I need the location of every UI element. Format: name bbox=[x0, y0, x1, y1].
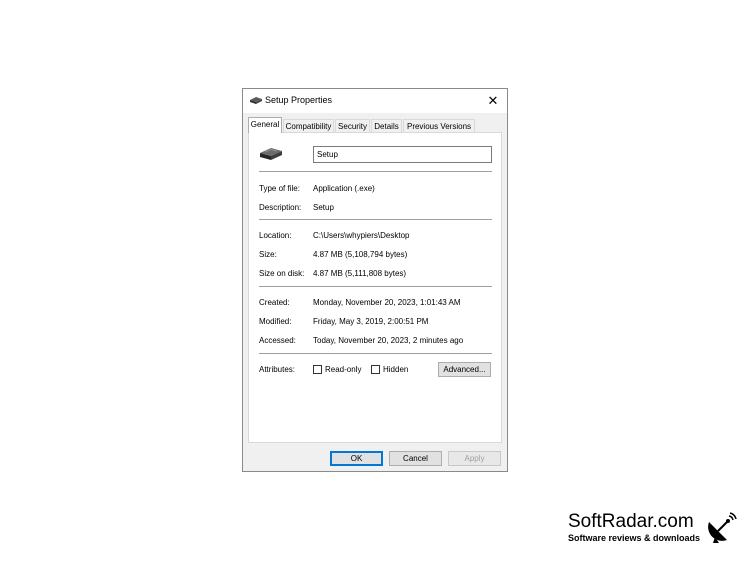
separator bbox=[259, 353, 492, 354]
description-label: Description: bbox=[259, 203, 302, 212]
separator bbox=[259, 219, 492, 220]
accessed-value: Today, November 20, 2023, 2 minutes ago bbox=[313, 336, 464, 345]
modified-value: Friday, May 3, 2019, 2:00:51 PM bbox=[313, 317, 429, 326]
size-on-disk-label: Size on disk: bbox=[259, 269, 305, 278]
close-icon: ✕ bbox=[487, 93, 499, 108]
tab-compatibility[interactable]: Compatibility bbox=[283, 119, 334, 132]
separator bbox=[259, 286, 492, 287]
installer-icon bbox=[260, 148, 282, 160]
apply-button[interactable]: Apply bbox=[448, 451, 501, 466]
watermark-name: SoftRadar.com bbox=[568, 511, 694, 532]
title-bar[interactable]: Setup Properties ✕ bbox=[243, 89, 507, 113]
description-value: Setup bbox=[313, 203, 334, 212]
watermark-tagline: Software reviews & downloads bbox=[568, 533, 701, 543]
cancel-button[interactable]: Cancel bbox=[389, 451, 442, 466]
hidden-checkbox[interactable] bbox=[371, 365, 380, 374]
properties-dialog: Setup Properties ✕ General Compatibility… bbox=[242, 88, 508, 472]
size-on-disk-value: 4.87 MB (5,111,808 bytes) bbox=[313, 269, 407, 278]
tab-previous-versions[interactable]: Previous Versions bbox=[403, 119, 475, 132]
readonly-label[interactable]: Read-only bbox=[325, 365, 361, 374]
ok-button[interactable]: OK bbox=[330, 451, 383, 466]
advanced-button[interactable]: Advanced... bbox=[438, 362, 491, 377]
modified-label: Modified: bbox=[259, 317, 292, 326]
accessed-label: Accessed: bbox=[259, 336, 296, 345]
attributes-label: Attributes: bbox=[259, 365, 296, 374]
size-value: 4.87 MB (5,108,794 bytes) bbox=[313, 250, 408, 259]
location-label: Location: bbox=[259, 231, 292, 240]
satellite-dish-icon bbox=[708, 512, 737, 543]
hidden-label[interactable]: Hidden bbox=[383, 365, 408, 374]
tab-security[interactable]: Security bbox=[335, 119, 370, 132]
created-label: Created: bbox=[259, 298, 290, 307]
created-value: Monday, November 20, 2023, 1:01:43 AM bbox=[313, 298, 461, 307]
location-value: C:\Users\whypiers\Desktop bbox=[313, 231, 410, 240]
window-title: Setup Properties bbox=[265, 95, 333, 105]
type-value: Application (.exe) bbox=[313, 184, 375, 193]
file-name-field[interactable]: Setup bbox=[313, 146, 492, 163]
installer-icon bbox=[250, 97, 262, 104]
tab-details[interactable]: Details bbox=[371, 119, 402, 132]
readonly-checkbox[interactable] bbox=[313, 365, 322, 374]
close-button[interactable]: ✕ bbox=[479, 89, 507, 113]
separator bbox=[259, 171, 492, 172]
type-label: Type of file: bbox=[259, 184, 300, 193]
size-label: Size: bbox=[259, 250, 277, 259]
general-tab-panel: Setup Type of file: Application (.exe) D… bbox=[248, 132, 502, 443]
softradar-watermark: SoftRadar.com Software reviews & downloa… bbox=[568, 511, 701, 544]
tab-general[interactable]: General bbox=[248, 117, 282, 133]
